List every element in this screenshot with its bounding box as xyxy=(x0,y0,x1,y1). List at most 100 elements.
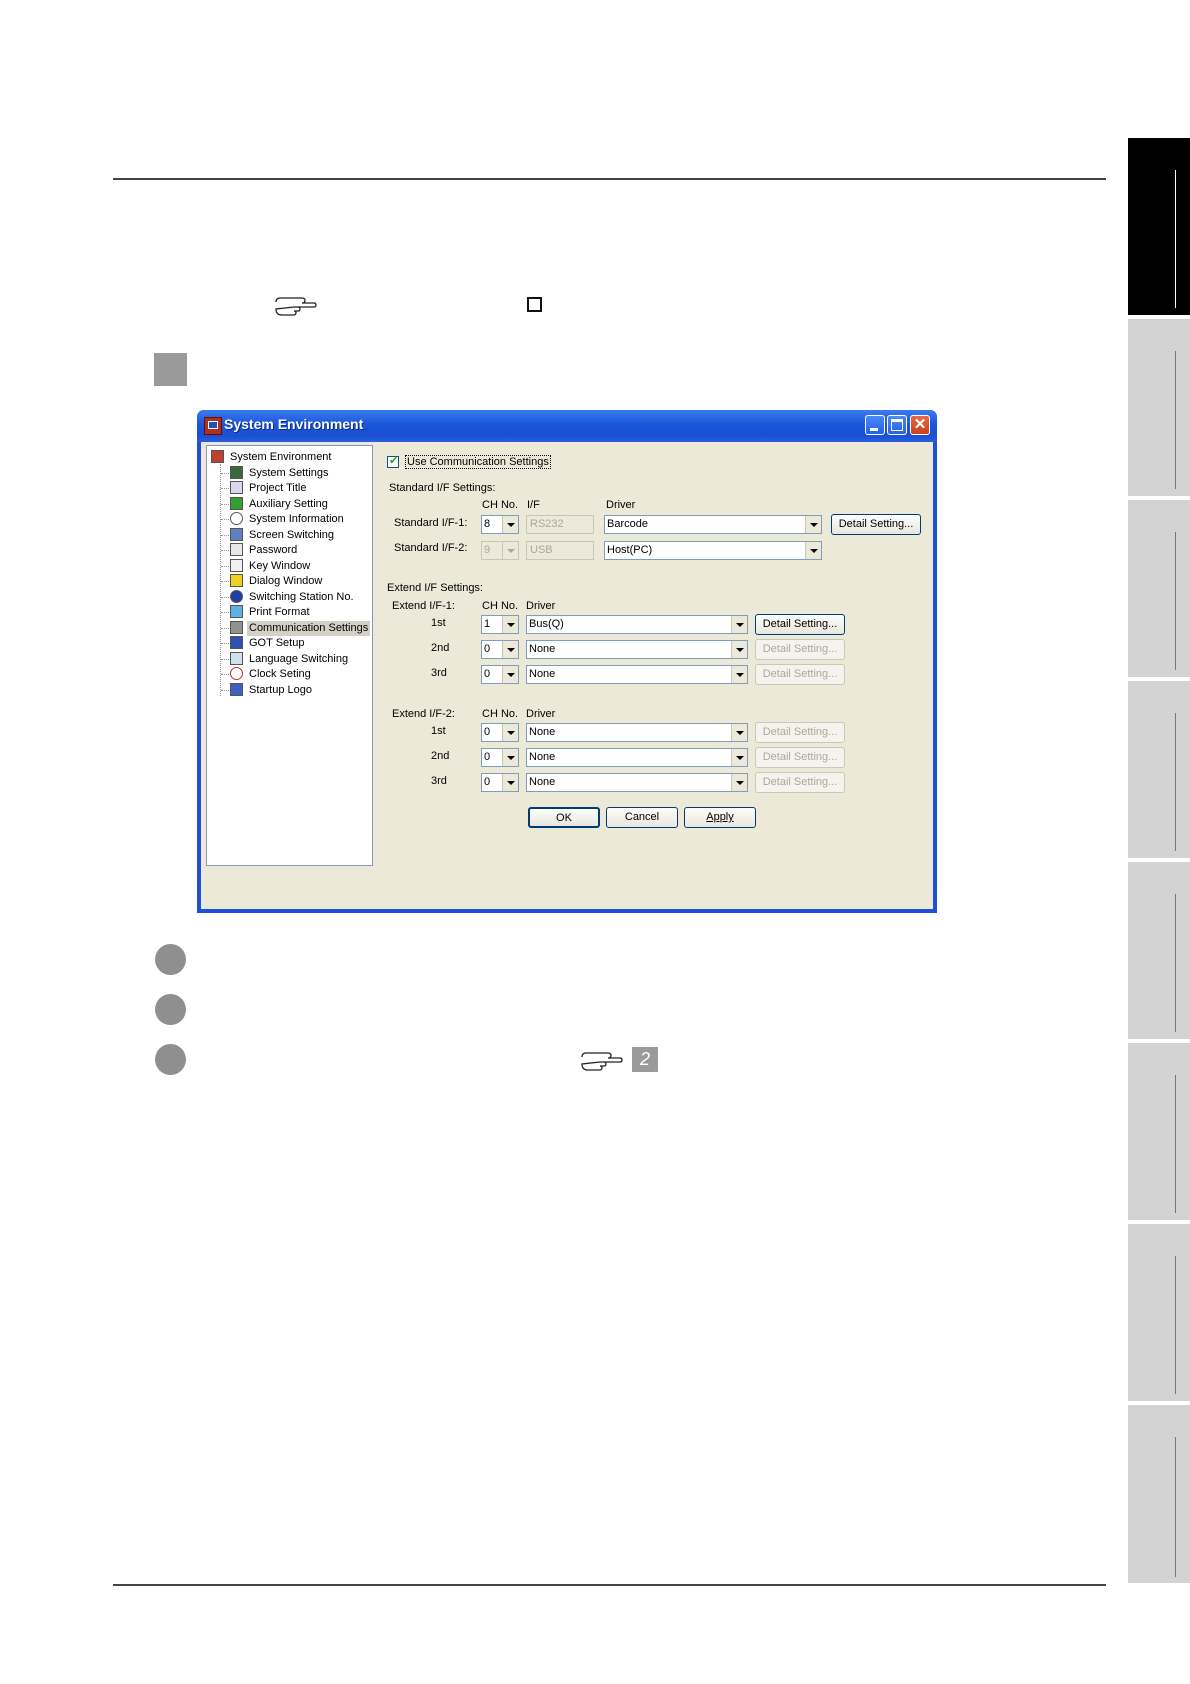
std1-label: Standard I/F-1: xyxy=(394,517,468,529)
ext2-label: Extend I/F-2: xyxy=(392,708,455,720)
footer-rule xyxy=(113,1584,1106,1586)
side-tab-6[interactable] xyxy=(1128,1043,1190,1220)
chevron-down-icon xyxy=(731,724,747,741)
std2-ch-select: 9 xyxy=(481,541,519,560)
ext1-ch-no-header: CH No. xyxy=(482,600,519,612)
ext2-row3-driver-select[interactable]: None xyxy=(526,773,748,792)
information-icon xyxy=(230,512,243,525)
reference-badge: 2 xyxy=(632,1047,658,1072)
settings-tree[interactable]: System Environment System Settings Proje… xyxy=(206,445,373,866)
ext1-row3-ch-select[interactable]: 0 xyxy=(481,665,519,684)
chevron-down-icon xyxy=(502,616,518,633)
tree-root-label: System Environment xyxy=(230,451,332,463)
chevron-down-icon xyxy=(502,724,518,741)
system-environment-window: System Environment ✕ System Environment … xyxy=(197,410,937,913)
ext2-row2-ch-select[interactable]: 0 xyxy=(481,748,519,767)
ext2-row3-ch-select[interactable]: 0 xyxy=(481,773,519,792)
ext2-row3-detail-button: Detail Setting... xyxy=(755,772,845,793)
pointing-hand-icon xyxy=(275,297,317,316)
ext2-row2-detail-button: Detail Setting... xyxy=(755,747,845,768)
chevron-down-icon xyxy=(805,542,821,559)
pointing-hand-icon xyxy=(581,1052,623,1071)
tree-connector xyxy=(221,581,229,582)
std2-driver-select[interactable]: Host(PC) xyxy=(604,541,822,560)
chevron-down-icon xyxy=(502,641,518,658)
ext2-row3-ordinal: 3rd xyxy=(431,775,447,787)
std-driver-header: Driver xyxy=(606,499,636,511)
ext1-row2-ch-select[interactable]: 0 xyxy=(481,640,519,659)
folder-icon xyxy=(211,450,224,463)
chevron-down-icon xyxy=(805,516,821,533)
ext2-row1-driver-select[interactable]: None xyxy=(526,723,748,742)
side-tab-3[interactable] xyxy=(1128,500,1190,677)
use-communication-label[interactable]: Use Communication Settings xyxy=(405,455,551,469)
chevron-down-icon xyxy=(502,749,518,766)
side-tab-7[interactable] xyxy=(1128,1224,1190,1401)
title-icon xyxy=(230,481,243,494)
chevron-down-icon xyxy=(502,774,518,791)
title-bar[interactable]: System Environment ✕ xyxy=(197,410,937,442)
maximize-icon xyxy=(891,419,903,431)
dialog-icon xyxy=(230,574,243,587)
square-symbol-icon xyxy=(527,297,542,312)
minimize-button[interactable] xyxy=(865,415,885,435)
close-button[interactable]: ✕ xyxy=(910,415,930,435)
use-communication-checkbox[interactable] xyxy=(387,454,399,468)
minimize-icon xyxy=(870,428,878,431)
apply-button[interactable]: Apply xyxy=(684,807,756,828)
password-icon xyxy=(230,543,243,556)
side-tab-8[interactable] xyxy=(1128,1405,1190,1583)
std1-ch-select[interactable]: 8 xyxy=(481,515,519,534)
ext1-row2-driver-select[interactable]: None xyxy=(526,640,748,659)
ext2-driver-header: Driver xyxy=(526,708,556,720)
chevron-down-icon xyxy=(502,516,518,533)
chevron-down-icon xyxy=(731,749,747,766)
cancel-button[interactable]: Cancel xyxy=(606,807,678,828)
ext2-row2-driver-select[interactable]: None xyxy=(526,748,748,767)
clock-icon xyxy=(230,667,243,680)
ext1-row1-driver-select[interactable]: Bus(Q) xyxy=(526,615,748,634)
chevron-down-icon xyxy=(502,666,518,683)
tree-connector xyxy=(220,464,221,696)
side-tab-1[interactable] xyxy=(1128,138,1190,315)
header-rule xyxy=(113,178,1106,180)
tree-connector xyxy=(221,597,229,598)
ext1-row1-detail-button[interactable]: Detail Setting... xyxy=(755,614,845,635)
auxiliary-icon xyxy=(230,497,243,510)
tree-connector xyxy=(221,473,229,474)
ext1-row2-ordinal: 2nd xyxy=(431,642,450,654)
tree-connector xyxy=(221,674,229,675)
logo-icon xyxy=(230,683,243,696)
ok-button[interactable]: OK xyxy=(528,807,600,828)
step-marker-3 xyxy=(155,1044,186,1075)
tree-connector xyxy=(221,488,229,489)
station-icon xyxy=(230,590,243,603)
ext1-row2-detail-button: Detail Setting... xyxy=(755,639,845,660)
ext2-row2-ordinal: 2nd xyxy=(431,750,450,762)
keyboard-icon xyxy=(230,559,243,572)
std1-detail-button[interactable]: Detail Setting... xyxy=(831,514,921,535)
ext1-row1-ch-select[interactable]: 1 xyxy=(481,615,519,634)
tree-connector xyxy=(221,659,229,660)
tree-connector xyxy=(221,690,229,691)
ext1-row3-ordinal: 3rd xyxy=(431,667,447,679)
side-tab-5[interactable] xyxy=(1128,862,1190,1039)
step-marker-2 xyxy=(155,994,186,1025)
ext1-label: Extend I/F-1: xyxy=(392,600,455,612)
side-tab-2[interactable] xyxy=(1128,319,1190,496)
tree-connector xyxy=(221,519,229,520)
ext1-row1-ordinal: 1st xyxy=(431,617,446,629)
step-marker-1 xyxy=(155,944,186,975)
ext2-row1-ch-select[interactable]: 0 xyxy=(481,723,519,742)
std1-driver-select[interactable]: Barcode xyxy=(604,515,822,534)
section-marker xyxy=(154,353,187,386)
screen-switch-icon xyxy=(230,528,243,541)
tree-connector xyxy=(221,612,229,613)
ext2-row1-detail-button: Detail Setting... xyxy=(755,722,845,743)
side-tab-4[interactable] xyxy=(1128,681,1190,858)
maximize-button[interactable] xyxy=(887,415,907,435)
ext1-row3-driver-select[interactable]: None xyxy=(526,665,748,684)
language-icon xyxy=(230,652,243,665)
communication-icon xyxy=(230,621,243,634)
window-title: System Environment xyxy=(224,416,364,432)
